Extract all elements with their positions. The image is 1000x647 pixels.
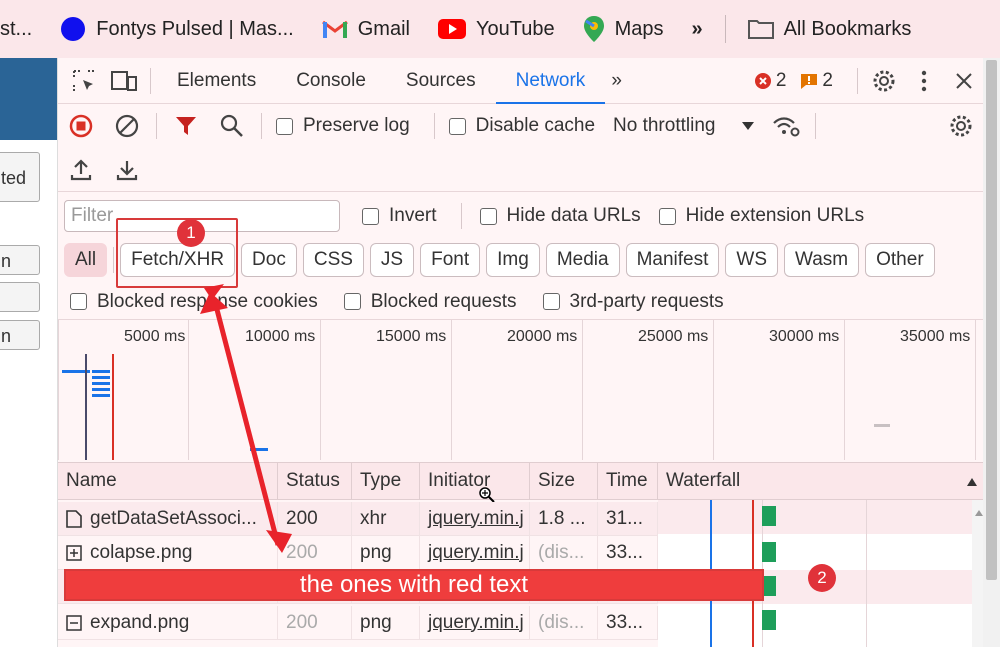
annotation-arrow	[200, 284, 292, 553]
annotation-red-bar: the ones with red text	[64, 569, 764, 601]
annotation-text: the ones with red text	[299, 571, 529, 598]
